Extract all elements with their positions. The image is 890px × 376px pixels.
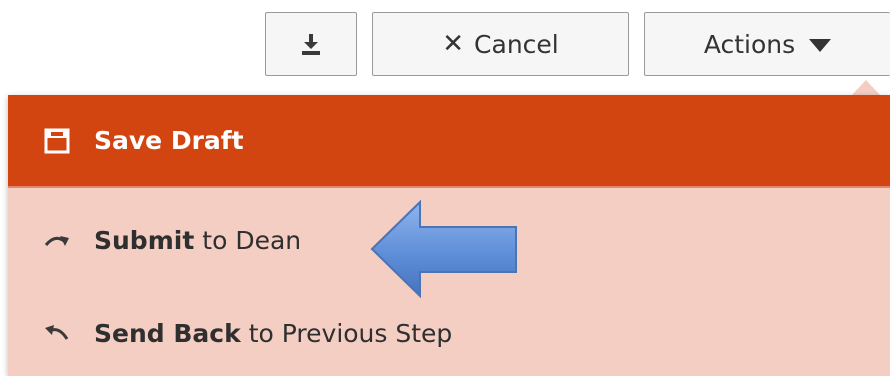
close-icon: ✕ <box>442 29 465 59</box>
download-icon <box>299 32 323 56</box>
cancel-button[interactable]: ✕ Cancel <box>372 12 629 76</box>
menu-item-save-draft[interactable]: Save Draft <box>8 95 890 188</box>
menu-item-label: Save Draft <box>94 126 244 155</box>
actions-label: Actions <box>703 29 796 59</box>
menu-item-send-back[interactable]: Send Back to Previous Step <box>8 298 890 368</box>
menu-item-label-rest: to Dean <box>202 225 302 255</box>
save-icon <box>42 126 72 156</box>
menu-item-label-bold: Send Back <box>94 318 241 348</box>
actions-dropdown-button[interactable]: Actions <box>644 12 890 76</box>
download-button[interactable] <box>265 12 357 76</box>
menu-item-label-bold: Submit <box>94 225 195 255</box>
annotation-arrow <box>370 200 517 298</box>
page: ✕ Cancel Actions Save Draft Submit to De… <box>0 0 890 376</box>
menu-item-label-rest: to Previous Step <box>248 318 453 348</box>
undo-arrow-icon <box>42 318 72 348</box>
redo-arrow-icon <box>42 225 72 255</box>
caret-down-icon <box>809 30 832 59</box>
menu-pointer <box>852 80 880 95</box>
cancel-label: Cancel <box>474 29 559 59</box>
